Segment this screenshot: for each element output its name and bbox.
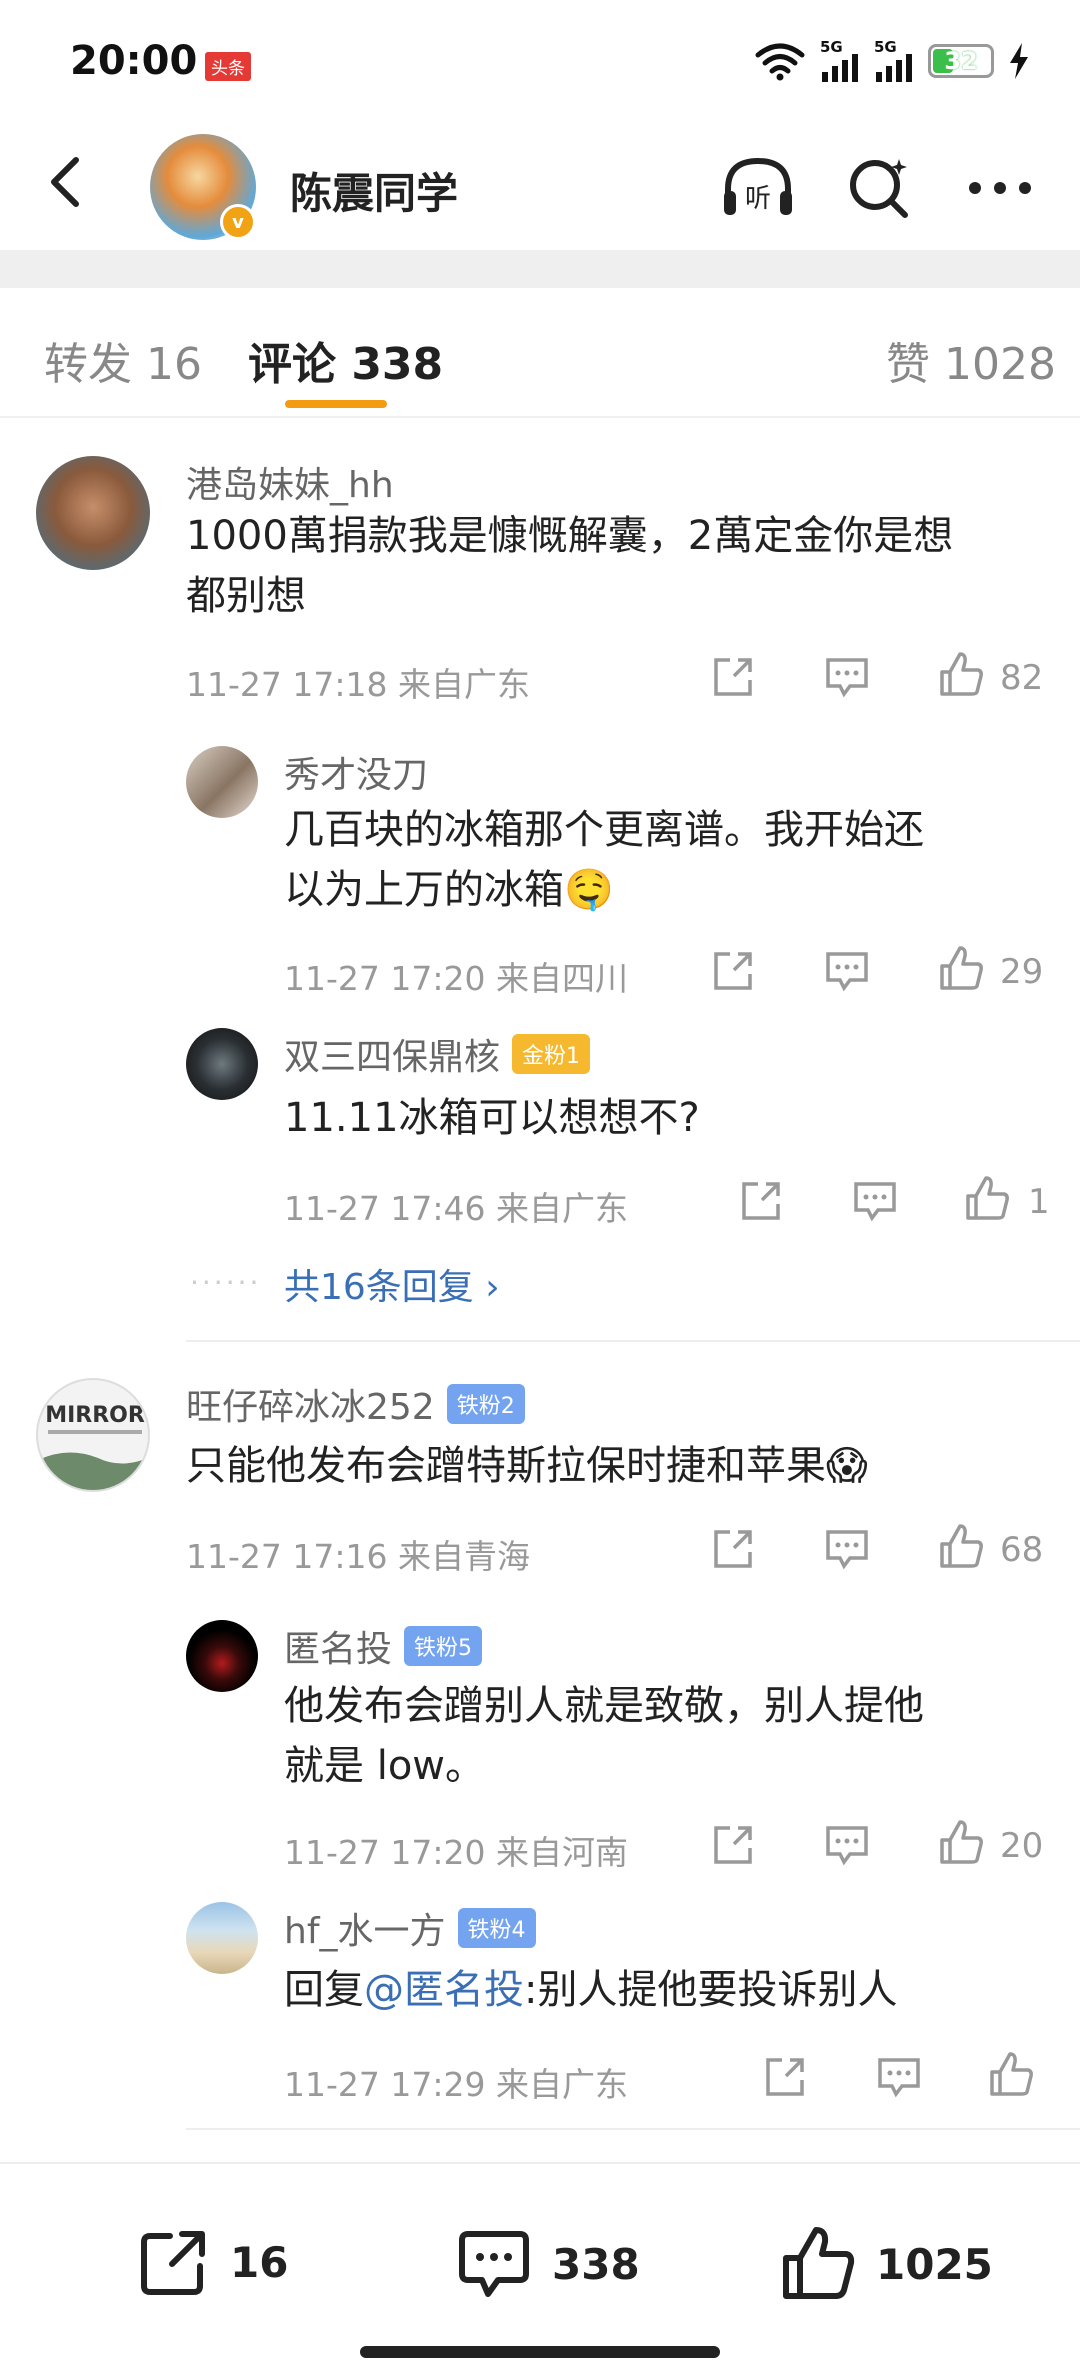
page-title[interactable]: 陈震同学 bbox=[290, 160, 458, 221]
like-button[interactable]: 1025 bbox=[778, 2224, 993, 2304]
comment-meta: 11-27 17:18 来自广东 bbox=[186, 665, 530, 704]
reply-author[interactable]: 双三四保鼎核 金粉1 bbox=[284, 1028, 591, 1080]
like-icon bbox=[783, 2227, 855, 2299]
avatar[interactable] bbox=[186, 1902, 258, 1974]
comment-icon[interactable] bbox=[874, 2052, 924, 2102]
share-icon[interactable] bbox=[708, 1820, 758, 1870]
comment-text: 只能他发布会蹭特斯拉保时捷和苹果😱 bbox=[186, 1443, 868, 1489]
avatar[interactable] bbox=[36, 456, 150, 570]
comment-icon[interactable] bbox=[850, 1176, 900, 1226]
reply-meta: 11-27 17:46 来自广东 bbox=[284, 1189, 628, 1228]
like-icon[interactable] bbox=[936, 944, 986, 994]
divider bbox=[186, 1340, 1080, 1342]
fan-badge: 铁粉5 bbox=[404, 1626, 483, 1666]
comment-author[interactable]: 旺仔碎冰冰252 铁粉2 bbox=[186, 1378, 525, 1430]
home-indicator[interactable] bbox=[360, 2346, 720, 2358]
like-count: 82 bbox=[1000, 658, 1044, 698]
tab-reposts[interactable]: 转发 16 bbox=[44, 328, 202, 392]
tab-likes[interactable]: 赞 1028 bbox=[886, 328, 1056, 392]
signal-icon: 5G bbox=[820, 40, 860, 82]
share-icon[interactable] bbox=[708, 946, 758, 996]
reply-text: 他发布会蹭别人就是致敬，别人提他 就是 low。 bbox=[284, 1683, 924, 1789]
reply-author[interactable]: hf_水一方 铁粉4 bbox=[284, 1902, 536, 1954]
bottom-action-bar: 16 338 1025 bbox=[0, 2162, 1080, 2376]
reply-text: 11.11冰箱可以想想不? bbox=[284, 1095, 700, 1141]
tab-comments[interactable]: 评论 338 bbox=[248, 328, 443, 392]
svg-text:听: 听 bbox=[745, 184, 771, 214]
listen-icon[interactable]: 听 bbox=[718, 148, 798, 228]
fan-badge: 铁粉2 bbox=[446, 1384, 525, 1424]
comment-icon bbox=[459, 2231, 529, 2297]
wifi-icon bbox=[755, 43, 805, 81]
comment-icon[interactable] bbox=[822, 652, 872, 702]
share-icon[interactable] bbox=[736, 1176, 786, 1226]
reply-author[interactable]: 匿名投 铁粉5 bbox=[284, 1620, 483, 1672]
top-navigation: v 陈震同学 听 bbox=[0, 120, 1080, 250]
reply-meta: 11-27 17:29 来自广东 bbox=[284, 2065, 628, 2104]
like-count: 20 bbox=[1000, 1826, 1044, 1866]
more-replies-dots: ······ bbox=[190, 1266, 262, 1299]
status-bar: 20:00 头条 5G 5G 32 bbox=[0, 0, 1080, 120]
like-icon[interactable] bbox=[962, 1174, 1012, 1224]
repost-button[interactable]: 16 bbox=[136, 2224, 288, 2300]
divider bbox=[186, 2128, 1080, 2130]
avatar[interactable]: MIRROR bbox=[36, 1378, 150, 1492]
comment-icon[interactable] bbox=[822, 1524, 872, 1574]
tab-bar: 转发 16 评论 338 赞 1028 bbox=[0, 288, 1080, 418]
signal-icon-2: 5G bbox=[874, 40, 914, 82]
like-count: 29 bbox=[1000, 952, 1044, 992]
more-replies-link[interactable]: 共16条回复 › bbox=[284, 1258, 500, 1310]
charging-icon bbox=[1010, 43, 1028, 79]
svg-text:MIRROR: MIRROR bbox=[45, 1403, 145, 1428]
like-icon[interactable] bbox=[936, 650, 986, 700]
reply-text: 几百块的冰箱那个更离谱。我开始还 以为上万的冰箱🤤 bbox=[284, 807, 924, 913]
share-icon[interactable] bbox=[708, 1524, 758, 1574]
avatar[interactable] bbox=[186, 1620, 258, 1692]
comment-author[interactable]: 港岛妹妹_hh bbox=[186, 456, 394, 508]
reply-meta: 11-27 17:20 来自河南 bbox=[284, 1833, 628, 1872]
fan-badge: 铁粉4 bbox=[457, 1908, 536, 1948]
reply-text: 回复@匿名投:别人提他要投诉别人 bbox=[284, 1967, 898, 2013]
repost-icon bbox=[141, 2231, 205, 2295]
avatar[interactable] bbox=[186, 746, 258, 818]
like-icon[interactable] bbox=[986, 2050, 1036, 2100]
like-icon[interactable] bbox=[936, 1818, 986, 1868]
avatar[interactable] bbox=[186, 1028, 258, 1100]
mention-link[interactable]: @匿名投 bbox=[364, 1967, 524, 2013]
verified-badge-icon: v bbox=[220, 204, 256, 240]
comment-text: 1000萬捐款我是慷慨解囊，2萬定金你是想 都别想 bbox=[186, 513, 954, 619]
search-icon[interactable] bbox=[840, 148, 920, 228]
reply-author[interactable]: 秀才没刀 bbox=[284, 746, 428, 798]
share-icon[interactable] bbox=[708, 652, 758, 702]
back-arrow-icon[interactable] bbox=[38, 152, 98, 212]
news-app-badge: 头条 bbox=[205, 52, 251, 81]
fan-badge: 金粉1 bbox=[512, 1034, 591, 1074]
status-time: 20:00 bbox=[70, 38, 198, 84]
comment-button[interactable]: 338 bbox=[454, 2224, 640, 2304]
reply-meta: 11-27 17:20 来自四川 bbox=[284, 959, 628, 998]
active-tab-indicator bbox=[285, 400, 387, 408]
comment-icon[interactable] bbox=[822, 1820, 872, 1870]
comment-icon[interactable] bbox=[822, 946, 872, 996]
like-count: 68 bbox=[1000, 1530, 1044, 1570]
comment-meta: 11-27 17:16 来自青海 bbox=[186, 1537, 530, 1576]
battery-icon: 32 bbox=[928, 44, 994, 78]
share-icon[interactable] bbox=[760, 2052, 810, 2102]
more-options-icon[interactable] bbox=[960, 148, 1040, 228]
section-separator bbox=[0, 250, 1080, 288]
like-count: 1 bbox=[1028, 1182, 1050, 1222]
like-icon[interactable] bbox=[936, 1522, 986, 1572]
